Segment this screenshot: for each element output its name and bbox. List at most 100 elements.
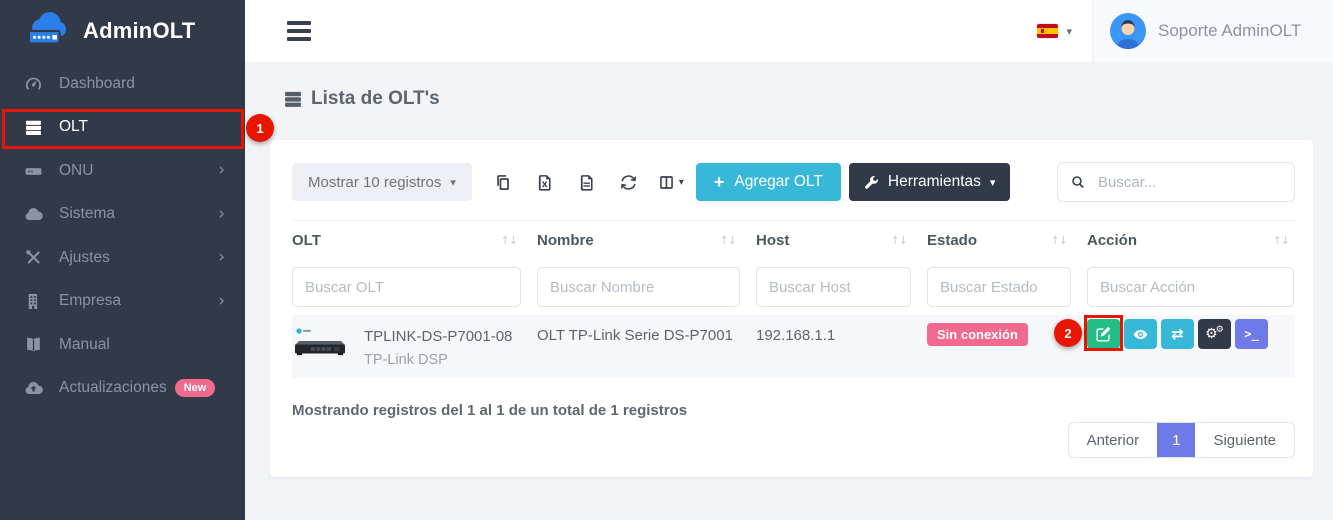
new-badge: New bbox=[175, 379, 216, 397]
annotation-marker-2: 2 bbox=[1054, 319, 1082, 347]
caret-down-icon: ▾ bbox=[990, 176, 996, 189]
filter-estado-input[interactable] bbox=[927, 267, 1071, 307]
pagination-previous[interactable]: Anterior bbox=[1069, 423, 1158, 457]
export-excel-button[interactable] bbox=[524, 163, 566, 201]
column-header-accion[interactable]: Acción↑↓ bbox=[1087, 232, 1295, 249]
app-logo[interactable]: AdminOLT bbox=[0, 0, 245, 62]
building-icon bbox=[24, 291, 45, 311]
sidebar-item-onu[interactable]: ONU › bbox=[0, 149, 245, 193]
chevron-right-icon: › bbox=[218, 206, 225, 223]
sidebar-item-manual[interactable]: Manual bbox=[0, 323, 245, 367]
page-title: Lista de OLT's bbox=[283, 88, 440, 110]
settings-olt-button[interactable]: ⚙⚙ bbox=[1198, 319, 1231, 349]
spain-flag-icon bbox=[1037, 24, 1058, 38]
modem-icon bbox=[24, 161, 45, 181]
show-records-label: Mostrar 10 registros bbox=[308, 174, 441, 191]
caret-down-icon: ▾ bbox=[679, 177, 684, 188]
sidebar-item-empresa[interactable]: Empresa › bbox=[0, 280, 245, 324]
sidebar-item-sistema[interactable]: Sistema › bbox=[0, 193, 245, 237]
sort-icon: ↑↓ bbox=[501, 234, 517, 247]
tools-dropdown-button[interactable]: Herramientas ▾ bbox=[849, 163, 1011, 201]
search-input[interactable] bbox=[1096, 173, 1282, 192]
table-row: TPLINK-DS-P7001-08 TP-Link DSP OLT TP-Li… bbox=[292, 315, 1295, 378]
chevron-right-icon: › bbox=[218, 293, 225, 310]
olt-device-image bbox=[292, 323, 348, 361]
sync-olt-button[interactable]: ⇄ bbox=[1161, 319, 1194, 349]
cloud-upload-icon bbox=[24, 378, 45, 398]
user-name: Soporte AdminOLT bbox=[1158, 21, 1301, 41]
annotation-box-2 bbox=[1084, 315, 1123, 351]
refresh-button[interactable] bbox=[608, 163, 650, 201]
pagination-page-1[interactable]: 1 bbox=[1157, 423, 1195, 457]
user-menu[interactable]: Soporte AdminOLT bbox=[1092, 0, 1333, 62]
annotation-marker-1: 1 bbox=[246, 114, 274, 142]
sidebar-item-label: Empresa bbox=[59, 292, 121, 310]
column-header-olt[interactable]: OLT↑↓ bbox=[292, 232, 537, 249]
language-selector[interactable]: ▾ bbox=[1037, 24, 1072, 38]
column-header-nombre[interactable]: Nombre↑↓ bbox=[537, 232, 756, 249]
top-header: ▾ Soporte AdminOLT bbox=[245, 0, 1333, 63]
copy-button[interactable] bbox=[482, 163, 524, 201]
filter-accion-input[interactable] bbox=[1087, 267, 1294, 307]
copy-icon bbox=[494, 174, 511, 191]
plus-icon: + bbox=[714, 173, 725, 191]
sort-icon: ↑↓ bbox=[1051, 234, 1067, 247]
olt-list-card: Mostrar 10 registros ▾ ▾ + Agregar OLT H… bbox=[270, 140, 1313, 477]
sidebar-item-label: Ajustes bbox=[59, 249, 110, 267]
cloud-icon bbox=[24, 204, 45, 224]
main-content: Lista de OLT's Mostrar 10 registros ▾ ▾ … bbox=[245, 62, 1333, 520]
refresh-icon bbox=[620, 174, 637, 191]
search-icon bbox=[1070, 174, 1086, 190]
column-header-estado[interactable]: Estado↑↓ bbox=[927, 232, 1087, 249]
sidebar-item-dashboard[interactable]: Dashboard bbox=[0, 62, 245, 106]
table-header-row: OLT↑↓ Nombre↑↓ Host↑↓ Estado↑↓ Acción↑↓ bbox=[292, 220, 1295, 259]
sidebar: AdminOLT Dashboard OLT ONU › Sistema › A… bbox=[0, 0, 245, 520]
chevron-right-icon: › bbox=[218, 162, 225, 179]
show-records-dropdown[interactable]: Mostrar 10 registros ▾ bbox=[292, 163, 472, 201]
column-header-host[interactable]: Host↑↓ bbox=[756, 232, 927, 249]
app-brand-name: AdminOLT bbox=[83, 18, 195, 44]
sidebar-item-actualizaciones[interactable]: Actualizaciones New bbox=[0, 367, 245, 411]
columns-icon bbox=[658, 174, 675, 191]
sort-icon: ↑↓ bbox=[1273, 234, 1289, 247]
sort-icon: ↑↓ bbox=[891, 234, 907, 247]
add-olt-button[interactable]: + Agregar OLT bbox=[696, 163, 841, 201]
cell-olt: TPLINK-DS-P7001-08 TP-Link DSP bbox=[292, 315, 537, 378]
view-olt-button[interactable] bbox=[1124, 319, 1157, 349]
terminal-olt-button[interactable]: >_ bbox=[1235, 319, 1268, 349]
sidebar-item-label: ONU bbox=[59, 162, 93, 180]
tools-label: Herramientas bbox=[888, 173, 981, 191]
chevron-right-icon: › bbox=[218, 249, 225, 266]
terminal-icon: >_ bbox=[1244, 327, 1258, 341]
filter-nombre-input[interactable] bbox=[537, 267, 740, 307]
filter-olt-input[interactable] bbox=[292, 267, 521, 307]
excel-file-icon bbox=[536, 174, 553, 191]
document-icon bbox=[578, 174, 595, 191]
sidebar-item-label: Actualizaciones bbox=[59, 379, 167, 397]
sidebar-item-ajustes[interactable]: Ajustes › bbox=[0, 236, 245, 280]
sidebar-item-label: Manual bbox=[59, 336, 110, 354]
global-search bbox=[1057, 162, 1295, 202]
gauge-icon bbox=[24, 74, 45, 94]
sidebar-item-label: Dashboard bbox=[59, 75, 135, 93]
cell-host: 192.168.1.1 bbox=[756, 315, 927, 354]
book-icon bbox=[24, 335, 45, 355]
annotation-box-1 bbox=[2, 109, 244, 149]
column-visibility-button[interactable]: ▾ bbox=[650, 163, 692, 201]
sidebar-item-label: Sistema bbox=[59, 205, 115, 223]
exchange-icon: ⇄ bbox=[1171, 325, 1184, 343]
tools-icon bbox=[24, 248, 45, 268]
pagination-next[interactable]: Siguiente bbox=[1195, 423, 1294, 457]
menu-toggle-button[interactable] bbox=[287, 21, 311, 41]
olt-vendor: TP-Link DSP bbox=[364, 352, 512, 368]
cell-nombre: OLT TP-Link Serie DS-P7001 bbox=[537, 315, 756, 354]
server-icon bbox=[283, 89, 303, 109]
export-buttons: ▾ bbox=[482, 163, 692, 201]
cloud-device-logo-icon bbox=[24, 12, 74, 50]
gears-icon: ⚙ bbox=[1216, 325, 1224, 335]
export-file-button[interactable] bbox=[566, 163, 608, 201]
page-title-text: Lista de OLT's bbox=[311, 88, 440, 110]
filter-host-input[interactable] bbox=[756, 267, 911, 307]
olt-model: TPLINK-DS-P7001-08 bbox=[364, 323, 512, 345]
caret-down-icon: ▾ bbox=[450, 176, 456, 189]
